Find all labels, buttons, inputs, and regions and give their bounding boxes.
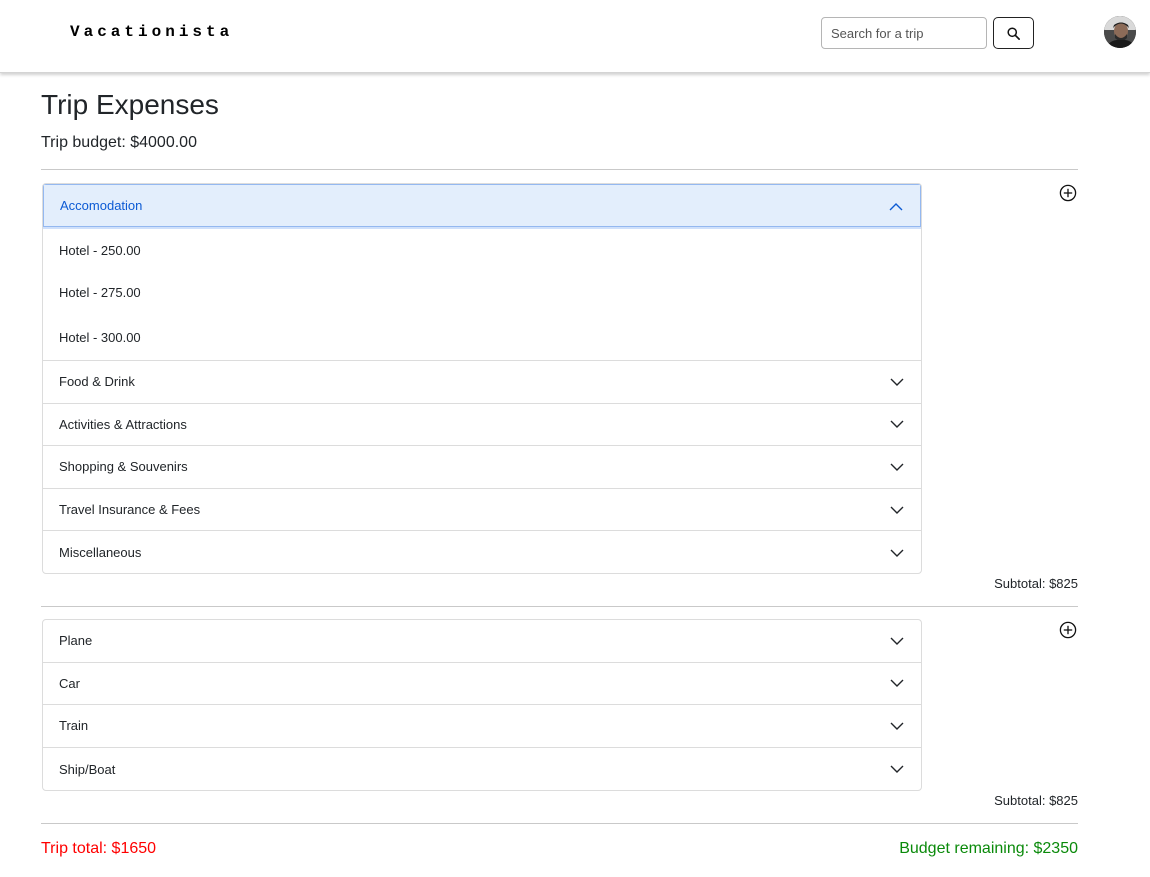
accordion-header-label: Travel Insurance & Fees (59, 502, 201, 518)
trip-budget: Trip budget: $4000.00 (41, 134, 197, 151)
chevron-up-icon (889, 202, 903, 210)
accordion-header-ship-boat[interactable]: Ship/Boat (43, 748, 921, 790)
accordion-header-miscellaneous[interactable]: Miscellaneous (43, 531, 921, 573)
user-photo-icon (1104, 16, 1136, 48)
search-icon (1007, 26, 1020, 40)
accordion-header-label: Shopping & Souvenirs (59, 459, 188, 475)
chevron-down-icon (890, 637, 904, 645)
add-transport-button[interactable] (1059, 621, 1077, 639)
accordion-header-label: Accomodation (60, 198, 143, 213)
expense-item[interactable]: Hotel - 275.00 (43, 270, 921, 315)
page-title: Trip Expenses (41, 89, 219, 120)
add-expense-button[interactable] (1059, 184, 1077, 202)
expenses-accordion: Accomodation Hotel - 250.00 Hotel - 275.… (42, 183, 922, 574)
accordion-header-label: Car (59, 675, 80, 691)
top-navbar: Vacationista (0, 0, 1150, 73)
accordion-header-label: Ship/Boat (59, 761, 116, 777)
accordion-header-label: Plane (59, 633, 93, 649)
accordion-header-plane[interactable]: Plane (43, 620, 921, 663)
accordion-header-insurance[interactable]: Travel Insurance & Fees (43, 489, 921, 532)
chevron-down-icon (890, 378, 904, 386)
chevron-down-icon (890, 506, 904, 514)
accordion-header-food-drink[interactable]: Food & Drink (43, 361, 921, 404)
search-button[interactable] (993, 17, 1034, 49)
chevron-down-icon (890, 549, 904, 557)
chevron-down-icon (890, 679, 904, 688)
accordion-header-activities[interactable]: Activities & Attractions (43, 404, 921, 447)
accordion-body-accomodation: Hotel - 250.00 Hotel - 275.00 Hotel - 30… (43, 227, 921, 361)
chevron-down-icon (890, 420, 904, 429)
divider (41, 606, 1078, 607)
accordion-header-accomodation[interactable]: Accomodation (43, 184, 921, 227)
expenses-subtotal: Subtotal: $825 (994, 576, 1078, 591)
expense-item[interactable]: Hotel - 250.00 (43, 230, 921, 270)
avatar[interactable] (1104, 16, 1136, 48)
accordion-header-label: Activities & Attractions (59, 416, 187, 432)
divider (41, 169, 1078, 170)
search-input[interactable] (821, 17, 987, 49)
accordion-header-label: Food & Drink (59, 374, 135, 390)
chevron-down-icon (890, 765, 904, 774)
chevron-down-icon (890, 463, 904, 471)
accordion-header-car[interactable]: Car (43, 663, 921, 706)
budget-remaining: Budget remaining: $2350 (899, 840, 1078, 857)
chevron-down-icon (890, 722, 904, 730)
accordion-header-label: Miscellaneous (59, 545, 142, 561)
brand-logo[interactable]: Vacationista (70, 22, 233, 42)
divider (41, 823, 1078, 824)
trip-total: Trip total: $1650 (41, 840, 157, 857)
accordion-header-train[interactable]: Train (43, 705, 921, 748)
accordion-header-shopping[interactable]: Shopping & Souvenirs (43, 446, 921, 489)
accordion-header-label: Train (59, 718, 89, 734)
transport-subtotal: Subtotal: $825 (994, 793, 1078, 808)
expense-item[interactable]: Hotel - 300.00 (43, 315, 921, 360)
transport-accordion: Plane Car Train Ship/Boat (42, 619, 922, 791)
